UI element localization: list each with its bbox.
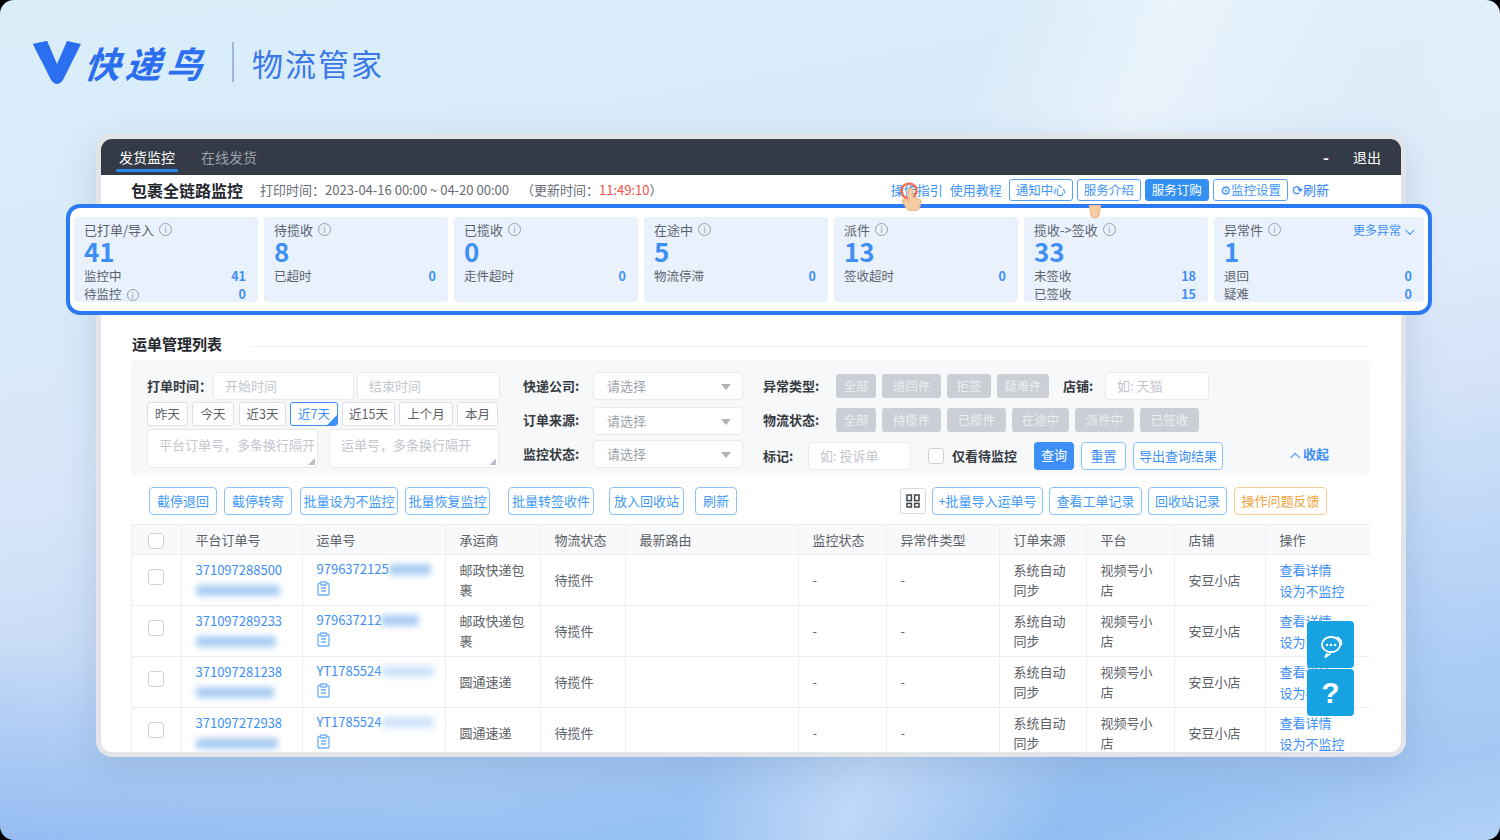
列设置[interactable] [900, 488, 926, 514]
全选[interactable] [148, 533, 164, 549]
导出查询结果[interactable]: 导出查询结果 [1133, 442, 1223, 470]
快递公司选择[interactable]: 请选择 [593, 372, 743, 400]
帮助[interactable]: ? [1307, 669, 1354, 716]
结束时间[interactable]: 结束时间 [357, 372, 500, 400]
运单行2: 371097289233 979637212 邮政快递包裹 待揽件 - - 系统… [132, 605, 1370, 656]
标记输入[interactable]: 如: 投诉单 [808, 442, 911, 470]
开始时间[interactable]: 开始时间 [213, 372, 354, 400]
查询[interactable]: 查询 [1034, 442, 1074, 470]
揽收签收卡片: 揽收->签收i 33 未签收18 已签收15 [1024, 217, 1208, 302]
在途中筛选[interactable]: 在途中 [1012, 408, 1069, 432]
刷新列表[interactable]: 刷新 [695, 487, 737, 515]
选择行1[interactable] [148, 569, 164, 585]
异常件卡片: 异常件i更多异常 1 退回0 疑难0 [1214, 217, 1424, 302]
选择行2[interactable] [148, 620, 164, 636]
物流管家包裹监控页: 快递鸟 物流管家 发货监控 在线发货 - 退出 包裹全链路监控 打印时间：202… [0, 0, 1500, 840]
更多异常[interactable]: 更多异常 [1353, 222, 1412, 237]
批量恢复监控[interactable]: 批量恢复监控 [405, 487, 490, 515]
运单管理列表标题: 运单管理列表 [132, 333, 222, 354]
批量转签收件[interactable]: 批量转签收件 [508, 487, 594, 515]
通知中心[interactable]: 通知中心 [1009, 179, 1073, 201]
运单行3: 371097281238 YT1785524 圆通速递 待揽件 - - 系统自动… [132, 656, 1370, 707]
全部状态[interactable]: 全部 [836, 408, 876, 432]
批量导入运单号[interactable]: +批量导入运单号 [932, 487, 1043, 515]
设为不监控1[interactable]: 设为不监控 [1280, 580, 1359, 601]
订单来源选择[interactable]: 请选择 [593, 407, 743, 435]
已揽收卡片: 已揽收i 0 走件超时0 [454, 217, 638, 302]
运单行4: 371097272938 YT1785524 圆通速递 待揽件 - - 系统自动… [132, 707, 1370, 752]
截停退回[interactable]: 截停退回 [149, 487, 217, 515]
已签收筛选[interactable]: 已签收 [1140, 408, 1199, 432]
批量设为不监控[interactable]: 批量设为不监控 [300, 487, 398, 515]
平台订单号输入[interactable]: 平台订单号，多条换行隔开 [147, 429, 318, 468]
在线客服[interactable] [1307, 621, 1354, 668]
筛选区域: 打单时间： 开始时间 结束时间 快递公司: 请选择 异常类型: 全部 退回件 拒… [131, 360, 1369, 476]
顶部品牌区: 快递鸟 物流管家 [31, 38, 384, 86]
logo图标 [31, 38, 83, 86]
侧边悬浮按钮: ? [1307, 621, 1354, 717]
已打单导入卡片: 已打单/导入i 41 监控中41 待监控i0 [74, 217, 258, 302]
近3天[interactable]: 近3天 [239, 402, 286, 426]
派件中筛选[interactable]: 派件中 [1075, 408, 1134, 432]
运单列表表格: 平台订单号运单号承运商物流状态最新路由 监控状态异常件类型订单来源平台店铺操作 … [131, 524, 1369, 752]
发货监控标签[interactable]: 发货监控 [119, 139, 175, 175]
运单行1: 371097288500 9796372125 邮政快递包裹 待揽件 - - 系… [132, 554, 1370, 605]
仅看待监控勾选[interactable] [928, 448, 944, 464]
设为不监控4[interactable]: 设为不监控 [1280, 733, 1359, 753]
本月[interactable]: 本月 [457, 402, 498, 426]
最小化[interactable]: - [1323, 145, 1329, 169]
退出[interactable]: 退出 [1353, 147, 1381, 167]
产品名: 物流管家 [252, 40, 384, 85]
店铺输入[interactable]: 如: 天猫 [1105, 372, 1209, 400]
重置[interactable]: 重置 [1081, 442, 1126, 470]
在途中卡片: 在途中i 5 物流停滞0 [644, 217, 828, 302]
在线发货标签[interactable]: 在线发货 [201, 139, 257, 175]
待揽件筛选[interactable]: 待揽件 [882, 408, 941, 432]
已揽件筛选[interactable]: 已揽件 [947, 408, 1006, 432]
近15天[interactable]: 近15天 [342, 402, 395, 426]
操作问题反馈[interactable]: 操作问题反馈 [1234, 487, 1327, 515]
查看详情1[interactable]: 查看详情 [1280, 559, 1359, 580]
上个月[interactable]: 上个月 [399, 402, 453, 426]
使用教程[interactable]: 使用教程 [950, 180, 1002, 199]
近7天[interactable]: 近7天 [290, 402, 338, 426]
包裹监控统计卡片区: 已打单/导入i 41 监控中41 待监控i0 待揽收i 8 已超时0 已揽收i … [66, 204, 1432, 315]
监控设置[interactable]: ⚙监控设置 [1213, 179, 1288, 201]
品牌名: 快递鸟 [82, 36, 210, 88]
待揽收卡片: 待揽收i 8 已超时0 [264, 217, 448, 302]
退回件[interactable]: 退回件 [882, 374, 941, 398]
派件卡片: 派件i 13 签收超时0 [834, 217, 1018, 302]
收起[interactable]: 收起 [1291, 444, 1329, 463]
窗口标题栏: 发货监控 在线发货 - 退出 [101, 139, 1401, 175]
选择行4[interactable] [148, 722, 164, 738]
疑难件[interactable]: 疑难件 [997, 374, 1049, 398]
回收站记录[interactable]: 回收站记录 [1148, 487, 1227, 515]
页面工具栏: 包裹全链路监控 打印时间：2023-04-16 00:00 ~ 04-20 00… [101, 175, 1401, 204]
拒签[interactable]: 拒签 [947, 374, 991, 398]
截停转寄[interactable]: 截停转寄 [224, 487, 292, 515]
今天[interactable]: 今天 [192, 402, 234, 426]
全部异常[interactable]: 全部 [836, 374, 876, 398]
运单号输入[interactable]: 运单号，多条换行隔开 [329, 429, 499, 468]
监控状态选择[interactable]: 请选择 [593, 440, 743, 468]
放入回收站[interactable]: 放入回收站 [609, 487, 684, 515]
服务介绍[interactable]: 服务介绍 [1077, 179, 1141, 201]
服务订购[interactable]: 服务订购 [1145, 179, 1209, 201]
指引光标 [896, 182, 930, 217]
查看工单记录[interactable]: 查看工单记录 [1049, 487, 1142, 515]
刷新[interactable]: ⟳刷新 [1292, 180, 1329, 199]
选择行3[interactable] [148, 671, 164, 687]
指引光标2 [1084, 205, 1106, 234]
昨天[interactable]: 昨天 [147, 402, 188, 426]
